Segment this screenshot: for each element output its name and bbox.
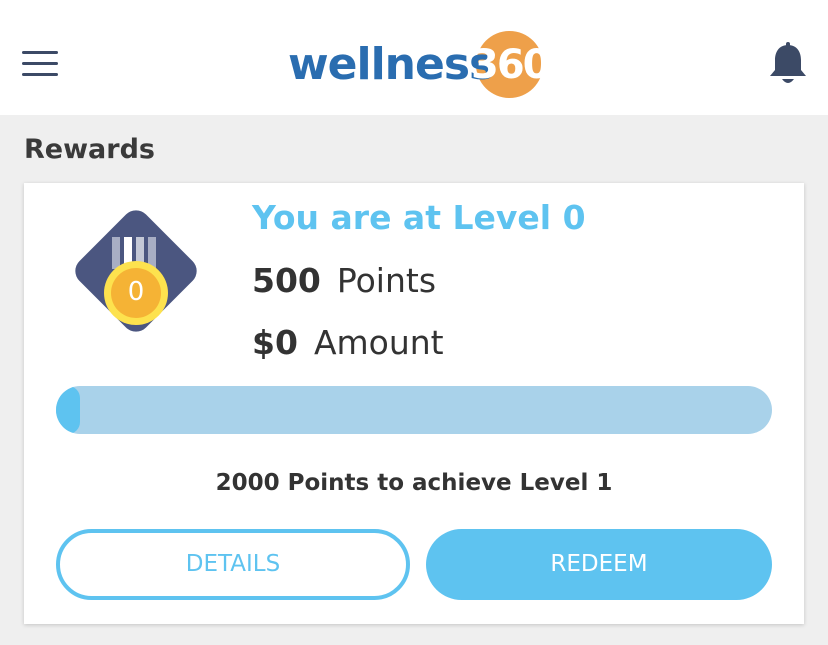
bell-icon <box>770 42 806 83</box>
rewards-card: 0 You are at Level 0 500 Points $0 Amount … <box>24 183 804 624</box>
points-label: Points <box>336 261 437 300</box>
page-title: Rewards <box>24 134 155 165</box>
level-badge-icon <box>75 210 197 332</box>
level-progress-fill <box>56 386 80 434</box>
level-progress-bar <box>56 386 772 434</box>
app-header: wellness 360 <box>0 0 828 115</box>
notifications-button[interactable] <box>768 42 808 86</box>
amount-row: $0 Amount <box>252 320 444 366</box>
redeem-button[interactable]: REDEEM <box>426 529 772 600</box>
wellness360-logo: wellness 360 <box>286 30 550 102</box>
hamburger-menu-button[interactable] <box>22 51 58 77</box>
badge-level-number: 0 <box>127 277 145 307</box>
hamburger-menu-icon-bar-middle <box>22 62 58 65</box>
points-row: 500 Points <box>252 258 436 304</box>
points-value: 500 <box>252 261 321 300</box>
details-button[interactable]: DETAILS <box>56 529 410 600</box>
amount-label: Amount <box>313 323 444 362</box>
next-level-text: 2000 Points to achieve Level 1 <box>215 470 613 496</box>
level-badge: 0 <box>60 195 212 347</box>
amount-value: $0 <box>252 323 298 362</box>
logo-number: 360 <box>471 42 550 88</box>
logo-word: wellness <box>288 39 495 90</box>
hamburger-menu-icon-bar-bottom <box>22 73 58 76</box>
hamburger-menu-icon-bar-top <box>22 51 58 54</box>
level-title: You are at Level 0 <box>252 198 586 237</box>
